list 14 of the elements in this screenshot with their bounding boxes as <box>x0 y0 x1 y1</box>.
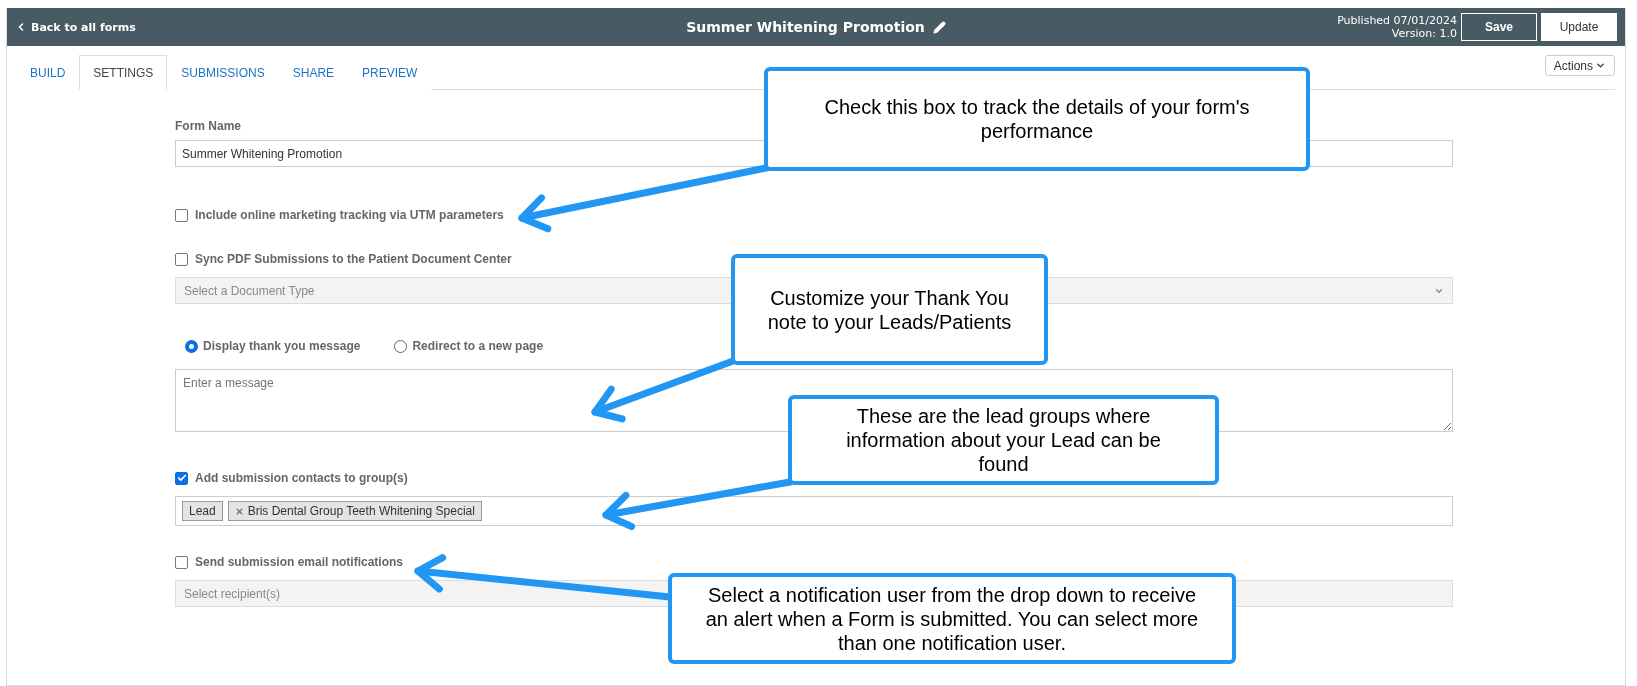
checkbox-label: Add submission contacts to group(s) <box>195 471 408 485</box>
callout-tooltip: These are the lead groups where information about your Lead can be found <box>788 395 1219 485</box>
callout-tooltip: Check this box to track the details of your form's performance <box>764 67 1310 171</box>
group-tag: Bris Dental Group Teeth Whitening Special <box>227 501 482 521</box>
group-tag: Lead <box>182 501 223 521</box>
field-label: Form Name <box>175 119 242 133</box>
version-text: Version: 1.0 <box>1391 27 1457 40</box>
callout-tooltip: Customize your Thank You note to your Leads/Patients <box>731 254 1048 365</box>
callout-tooltip: Select a notification user from the drop down to receive an alert when a Form is submitted. You can select more than one notification user. <box>668 573 1236 664</box>
published-date: Published 07/01/2024 <box>1337 14 1457 27</box>
checkbox-label: Sync PDF Submissions to the Patient Document Center <box>195 252 512 266</box>
form-title: Summer Whitening Promotion <box>686 19 925 35</box>
checkbox-label: Include online marketing tracking via UTM parameters <box>195 208 504 222</box>
checkbox-label: Send submission email notifications <box>195 555 404 569</box>
